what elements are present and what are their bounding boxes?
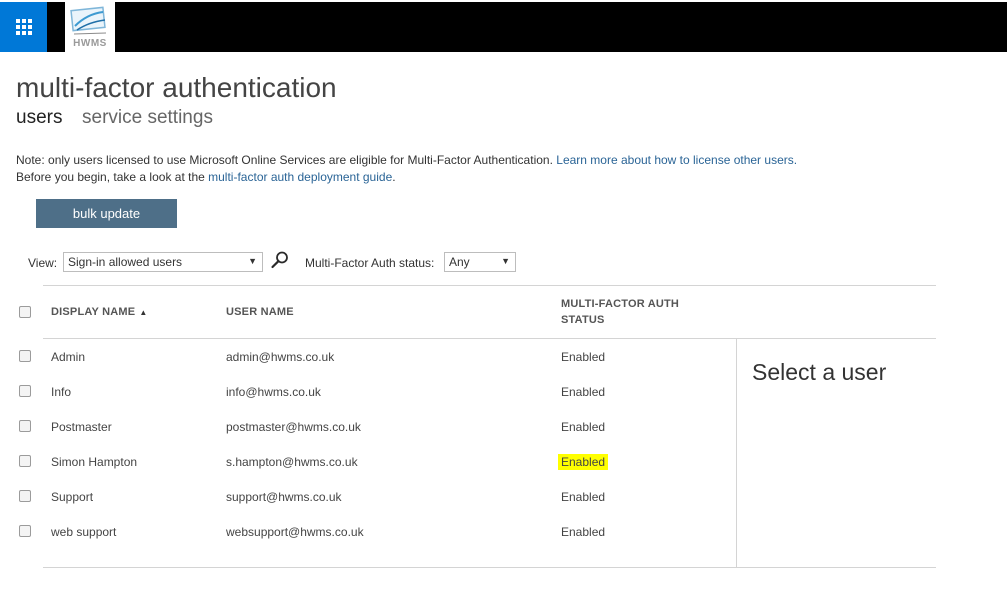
row-checkbox[interactable] (19, 385, 31, 397)
row-checkbox[interactable] (19, 350, 31, 362)
cell-mfa-status: Enabled (561, 490, 606, 504)
row-checkbox[interactable] (19, 525, 31, 537)
view-label: View: (28, 256, 58, 270)
logo-text: HWMS (73, 38, 107, 49)
deployment-note: Before you begin, take a look at the mul… (16, 170, 396, 184)
cell-mfa-status: Enabled (561, 350, 606, 364)
license-note: Note: only users licensed to use Microso… (16, 153, 797, 167)
tab-service-settings[interactable]: service settings (82, 107, 213, 129)
cell-mfa-status: Enabled (558, 454, 609, 470)
mfa-status-select[interactable]: Any ▼ (444, 252, 516, 272)
deployment-guide-link[interactable]: multi-factor auth deployment guide (208, 170, 392, 184)
license-note-text: Note: only users licensed to use Microso… (16, 153, 553, 167)
waffle-icon (15, 19, 32, 35)
cell-mfa-status: Enabled (561, 525, 606, 539)
cell-mfa-status: Enabled (561, 420, 606, 434)
app-launcher-button[interactable] (0, 2, 47, 52)
dropdown-arrow-icon: ▼ (501, 256, 510, 266)
column-header-mfa-status-line2: STATUS (561, 314, 605, 326)
column-header-mfa-status: MULTI-FACTOR AUTH (561, 298, 680, 310)
row-checkbox[interactable] (19, 490, 31, 502)
cell-mfa-status: Enabled (561, 385, 606, 399)
column-header-display-name-label: DISPLAY NAME (51, 306, 136, 318)
view-select[interactable]: Sign-in allowed users ▼ (63, 252, 263, 272)
table-top-divider (43, 285, 936, 286)
cell-display-name: web support (51, 525, 117, 539)
tab-users[interactable]: users (16, 107, 62, 129)
license-other-users-link[interactable]: Learn more about how to license other us… (556, 153, 797, 167)
table-header-divider (43, 338, 936, 339)
logo-graphic-icon (70, 6, 107, 35)
search-icon[interactable] (270, 250, 290, 270)
column-header-display-name[interactable]: DISPLAY NAME ▲ (51, 306, 147, 318)
row-checkbox[interactable] (19, 455, 31, 467)
select-all-checkbox[interactable] (19, 306, 31, 318)
row-checkbox[interactable] (19, 420, 31, 432)
cell-display-name: Info (51, 385, 72, 399)
bulk-update-button[interactable]: bulk update (36, 199, 177, 228)
select-user-prompt: Select a user (752, 359, 887, 385)
top-bar: HWMS (0, 2, 1007, 52)
cell-user-name: support@hwms.co.uk (226, 490, 342, 504)
sort-ascending-icon: ▲ (139, 308, 148, 317)
company-logo[interactable]: HWMS (65, 2, 115, 52)
page-title: multi-factor authentication (16, 72, 337, 103)
deployment-note-end: . (392, 170, 396, 184)
cell-user-name: info@hwms.co.uk (226, 385, 321, 399)
table-bottom-divider (43, 567, 936, 568)
cell-user-name: s.hampton@hwms.co.uk (226, 455, 358, 469)
cell-display-name: Admin (51, 350, 86, 364)
cell-user-name: websupport@hwms.co.uk (226, 525, 364, 539)
cell-user-name: postmaster@hwms.co.uk (226, 420, 361, 434)
cell-display-name: Support (51, 490, 94, 504)
mfa-status-select-value: Any (449, 255, 470, 269)
cell-user-name: admin@hwms.co.uk (226, 350, 335, 364)
cell-display-name: Simon Hampton (51, 455, 138, 469)
view-select-value: Sign-in allowed users (68, 255, 183, 269)
column-header-user-name: USER NAME (226, 306, 294, 318)
highlighted-status: Enabled (558, 454, 609, 470)
cell-display-name: Postmaster (51, 420, 112, 434)
mfa-status-label: Multi-Factor Auth status: (305, 256, 435, 270)
deployment-note-text: Before you begin, take a look at the (16, 170, 205, 184)
dropdown-arrow-icon: ▼ (248, 256, 257, 266)
detail-panel-divider (736, 338, 737, 567)
